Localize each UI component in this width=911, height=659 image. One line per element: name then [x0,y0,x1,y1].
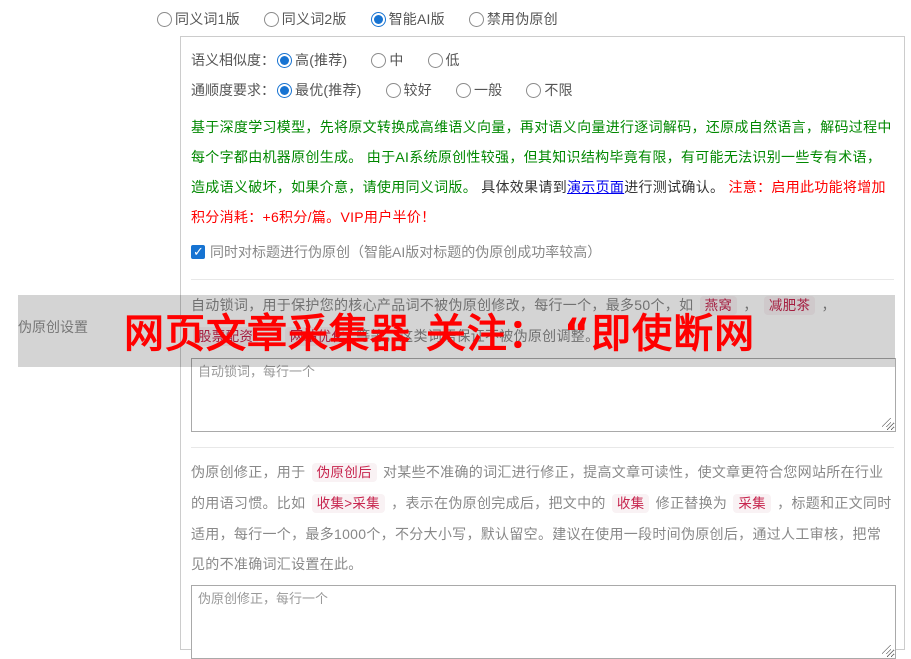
text-segment: 燕窝 [699,296,738,315]
radio-icon [277,52,292,68]
text-segment: 网站优化 [284,327,351,346]
correction-field-wrap [191,585,896,659]
radio-label: 同义词1版 [175,11,240,27]
radio-label: 低 [445,52,460,68]
radio-fluency-best[interactable]: 最优(推荐) [277,80,362,100]
radio-icon [468,11,484,27]
radio-label: 中 [389,52,404,68]
radio-similarity-high[interactable]: 高(推荐) [277,50,347,70]
correction-description: 伪原创修正，用于 伪原创后 对某些不准确的词汇进行修正，提高文章可读性，使文章更… [191,457,894,579]
demo-page-link[interactable]: 演示页面 [567,179,624,195]
pseudo-original-version-radio-group: 同义词1版 同义词2版 智能AI版 禁用伪原创 [157,9,558,29]
auto-lock-words-description: 自动锁词，用于保护您的核心产品词不被伪原创修改，每行一个，最多50个，如 燕窝 … [191,290,894,352]
correction-textarea[interactable] [191,585,896,659]
title-pseudo-original-checkbox[interactable]: 同时对标题进行伪原创（智能AI版对标题的伪原创成功率较高） [191,240,894,264]
fluency-requirement-label: 通顺度要求： [191,82,275,98]
radio-icon [277,82,292,98]
radio-icon [157,11,172,27]
radio-smart-ai[interactable]: 智能AI版 [370,9,445,29]
auto-lock-words-field-wrap [191,358,896,432]
semantic-similarity-label: 语义相似度： [191,52,275,68]
checkbox-icon [191,244,205,260]
radio-icon [427,52,443,68]
radio-icon [455,82,471,98]
text-segment: ， [739,297,762,313]
semantic-similarity-row: 语义相似度： 高(推荐) 中 低 [191,45,894,75]
radio-similarity-low[interactable]: 低 [427,50,460,70]
radio-icon [526,82,542,98]
radio-synonym-v1[interactable]: 同义词1版 [157,9,240,29]
radio-synonym-v2[interactable]: 同义词2版 [263,9,347,29]
text-segment: 自动锁词，用于保护您的核心产品词不被伪原创修改，每行一个，最多50个，如 [191,297,698,313]
radio-fluency-normal[interactable]: 一般 [455,80,503,100]
radio-fluency-unlimited[interactable]: 不限 [526,80,573,100]
radio-fluency-better[interactable]: 较好 [385,80,432,100]
text-segment: ，表示在伪原创完成后，把文中的 [386,495,610,511]
section-divider [191,279,894,280]
radio-label: 智能AI版 [388,11,445,27]
radio-icon [371,52,387,68]
text-segment: 股票配资 [193,327,259,346]
radio-disable-pseudo-original[interactable]: 禁用伪原创 [468,9,558,29]
text-segment: 伪原创后 [311,463,377,482]
text-segment: 进行测试确认。 [624,179,729,195]
fluency-requirement-row: 通顺度要求： 最优(推荐) 较好 一般 不限 [191,75,894,105]
ai-settings-panel: 语义相似度： 高(推荐) 中 低 通顺度要求： 最优(推荐) 较好 一般 不限 … [180,36,905,659]
text-segment: 等等，这类词语保证不被伪原创调整。 [352,328,600,344]
radio-label: 一般 [473,82,503,98]
radio-label: 较好 [403,82,432,98]
radio-icon [263,11,279,27]
auto-lock-words-textarea[interactable] [191,358,896,432]
text-segment: 修正替换为 [651,495,732,511]
text-segment: 减肥茶 [763,296,816,315]
radio-icon [385,82,401,98]
text-segment: 伪原创修正，用于 [191,464,310,480]
radio-label: 高(推荐) [295,52,348,68]
text-segment: 采集 [733,494,771,513]
section-divider [191,447,894,448]
text-segment: 收集>采集 [311,494,385,513]
radio-label: 禁用伪原创 [486,11,558,27]
ai-model-description: 基于深度学习模型，先将原文转换成高维语义向量，再对语义向量进行逐词解码，还原成自… [191,112,894,232]
radio-icon [370,11,386,27]
text-segment: 收集 [611,494,650,513]
checkbox-label: 同时对标题进行伪原创（智能AI版对标题的伪原创成功率较高） [210,244,602,260]
section-label-pseudo-original-settings: 伪原创设置 [18,319,88,335]
text-segment: ， [817,297,836,313]
text-segment: ， [260,328,283,344]
radio-label: 最优(推荐) [295,82,362,98]
text-segment: 具体效果请到 [477,179,567,195]
radio-label: 不限 [544,82,573,98]
radio-label: 同义词2版 [281,11,347,27]
radio-similarity-medium[interactable]: 中 [371,50,403,70]
